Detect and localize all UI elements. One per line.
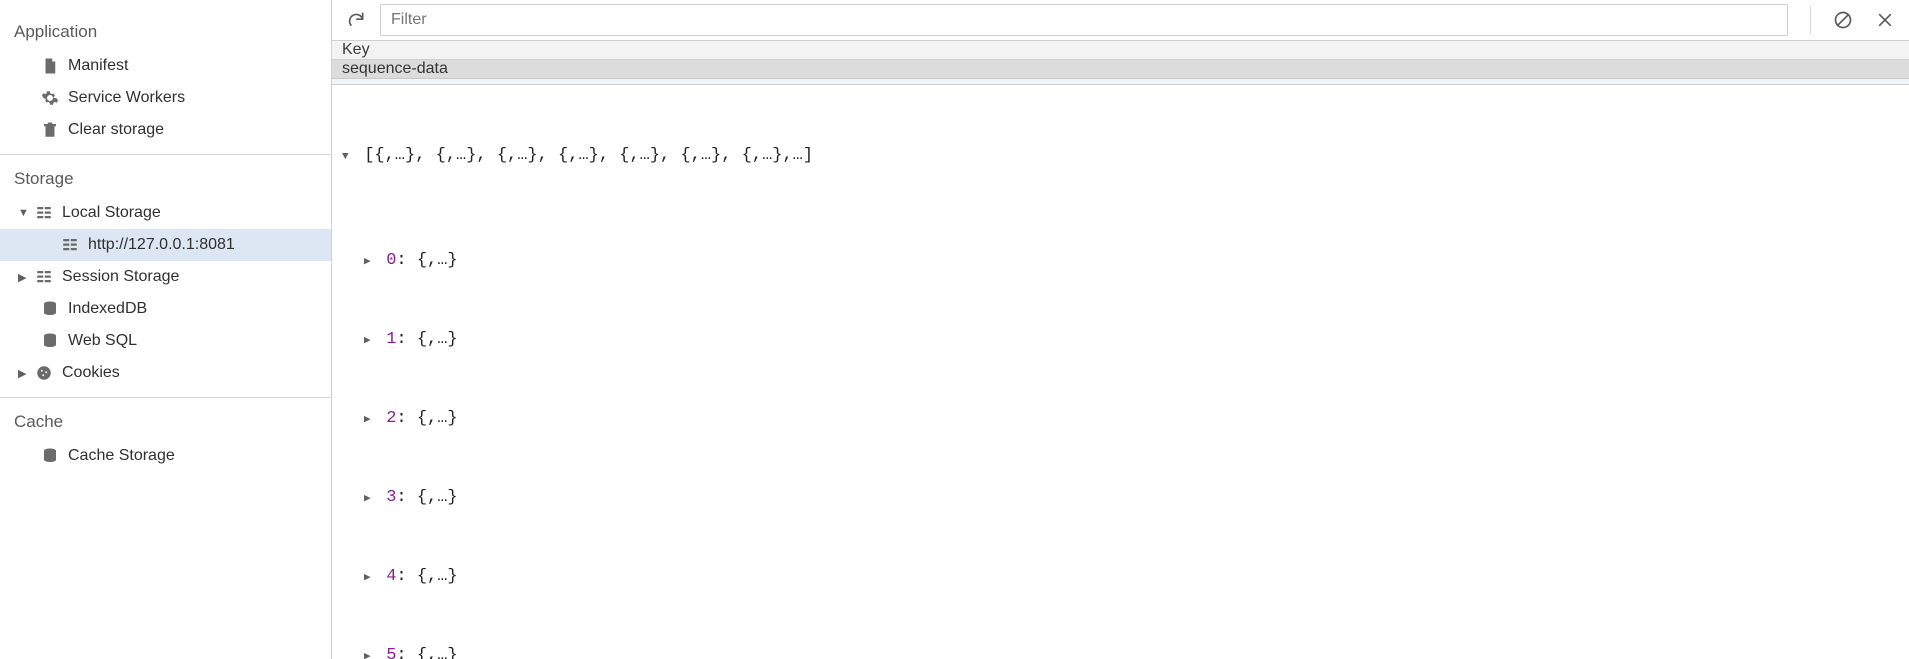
delete-selected-button[interactable] — [1871, 6, 1899, 34]
clear-all-button[interactable] — [1829, 6, 1857, 34]
trash-icon — [40, 121, 60, 139]
table-row[interactable]: sequence-data — [332, 60, 1909, 79]
sidebar-item-label: http://127.0.0.1:8081 — [88, 236, 235, 254]
toolbar-right — [1810, 6, 1899, 34]
viewer-entry[interactable]: ▶ 0: {,…} — [342, 248, 1899, 275]
column-header-key[interactable]: Key — [342, 41, 370, 59]
table-header-row: Key — [332, 41, 1909, 60]
viewer-entry[interactable]: ▶ 3: {,…} — [342, 485, 1899, 512]
chevron-down-icon[interactable]: ▼ — [342, 144, 354, 170]
viewer-entry[interactable]: ▶ 1: {,…} — [342, 327, 1899, 354]
main-panel: Key sequence-data ▼ [{,…}, {,…}, {,…}, {… — [332, 0, 1909, 659]
sidebar-item-session-storage[interactable]: ▶ Session Storage — [0, 261, 331, 293]
document-icon — [40, 57, 60, 75]
storage-icon — [60, 236, 80, 254]
sidebar-item-local-storage[interactable]: ▼ Local Storage — [0, 197, 331, 229]
sidebar-item-clear-storage[interactable]: Clear storage — [0, 114, 331, 146]
chevron-right-icon[interactable]: ▶ — [364, 249, 376, 275]
sidebar-item-label: Clear storage — [68, 121, 164, 139]
chevron-right-icon[interactable]: ▶ — [364, 486, 376, 512]
chevron-right-icon[interactable]: ▶ — [364, 644, 376, 659]
storage-key-cell: sequence-data — [342, 60, 448, 78]
chevron-right-icon[interactable]: ▶ — [364, 328, 376, 354]
section-title-cache: Cache — [0, 398, 331, 440]
storage-icon — [34, 268, 54, 286]
database-icon — [40, 332, 60, 350]
sidebar-item-service-workers[interactable]: Service Workers — [0, 82, 331, 114]
sidebar-item-cookies[interactable]: ▶ Cookies — [0, 357, 331, 389]
section-title-application: Application — [0, 8, 331, 50]
viewer-entry[interactable]: ▶ 4: {,…} — [342, 564, 1899, 591]
sidebar-item-cache-storage[interactable]: Cache Storage — [0, 440, 331, 472]
refresh-button[interactable] — [342, 6, 370, 34]
sidebar-item-label: Manifest — [68, 57, 128, 75]
object-viewer[interactable]: ▼ [{,…}, {,…}, {,…}, {,…}, {,…}, {,…}, {… — [332, 85, 1909, 659]
filter-input[interactable] — [380, 4, 1788, 36]
chevron-right-icon: ▶ — [18, 367, 32, 380]
gear-icon — [40, 89, 60, 107]
sidebar-item-websql[interactable]: Web SQL — [0, 325, 331, 357]
chevron-right-icon: ▶ — [18, 271, 32, 284]
sidebar: Application Manifest Service Workers Cle… — [0, 0, 332, 659]
sidebar-item-label: IndexedDB — [68, 300, 147, 318]
sidebar-item-label: Web SQL — [68, 332, 137, 350]
sidebar-item-indexeddb[interactable]: IndexedDB — [0, 293, 331, 325]
sidebar-item-label: Local Storage — [62, 204, 161, 222]
chevron-right-icon[interactable]: ▶ — [364, 565, 376, 591]
database-icon — [40, 447, 60, 465]
viewer-root[interactable]: ▼ [{,…}, {,…}, {,…}, {,…}, {,…}, {,…}, {… — [342, 143, 1899, 170]
viewer-entry[interactable]: ▶ 2: {,…} — [342, 406, 1899, 433]
database-icon — [40, 300, 60, 318]
cookie-icon — [34, 364, 54, 382]
sidebar-item-manifest[interactable]: Manifest — [0, 50, 331, 82]
storage-icon — [34, 204, 54, 222]
toolbar — [332, 0, 1909, 41]
sidebar-item-label: Session Storage — [62, 268, 179, 286]
sidebar-item-label: Cookies — [62, 364, 120, 382]
chevron-right-icon[interactable]: ▶ — [364, 407, 376, 433]
chevron-down-icon: ▼ — [18, 207, 32, 219]
sidebar-item-label: Service Workers — [68, 89, 185, 107]
sidebar-item-origin[interactable]: http://127.0.0.1:8081 — [0, 229, 331, 261]
section-title-storage: Storage — [0, 155, 331, 197]
viewer-entry[interactable]: ▶ 5: {,…} — [342, 643, 1899, 659]
sidebar-item-label: Cache Storage — [68, 447, 175, 465]
